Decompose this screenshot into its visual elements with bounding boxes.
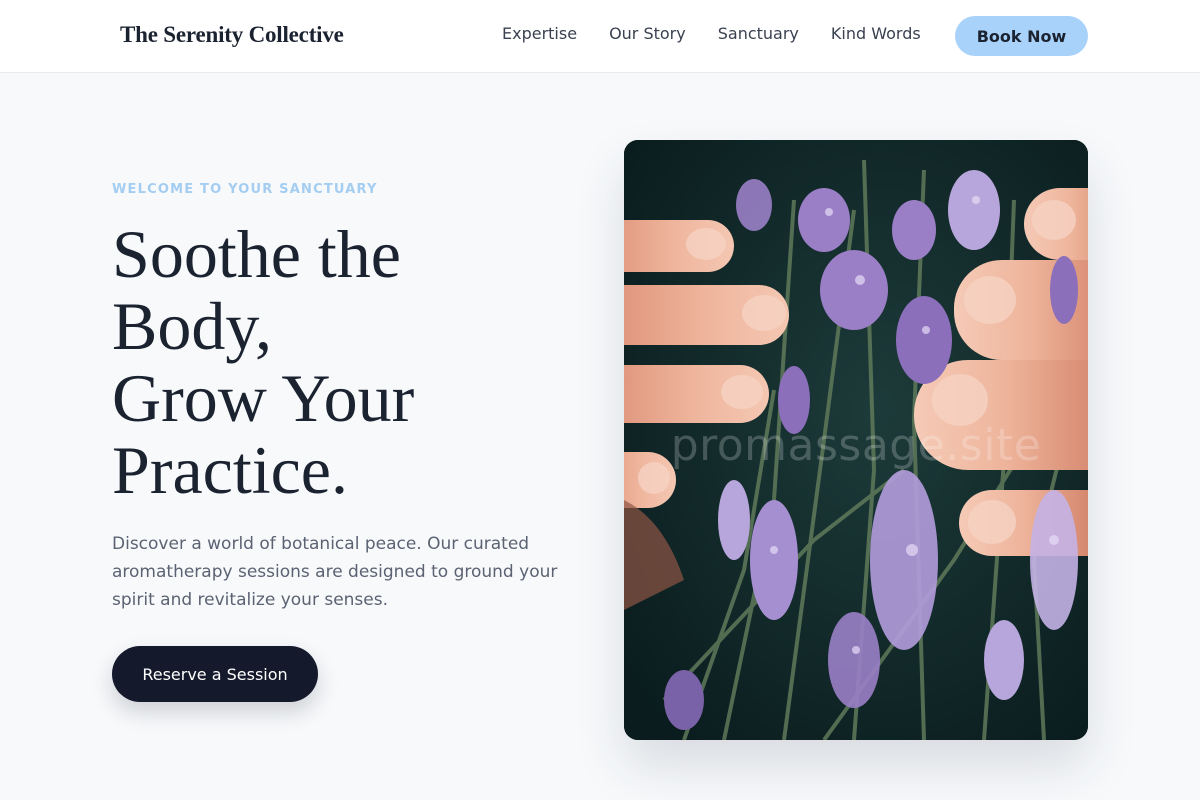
- book-now-button[interactable]: Book Now: [955, 16, 1088, 56]
- brand-logo[interactable]: The Serenity Collective: [120, 22, 344, 48]
- nav-link-kind-words[interactable]: Kind Words: [831, 24, 921, 43]
- main-nav: Expertise Our Story Sanctuary Kind Words: [502, 24, 953, 43]
- headline-line: Practice.: [112, 432, 348, 508]
- hero-eyebrow: WELCOME TO YOUR SANCTUARY: [112, 182, 378, 197]
- headline-line: Soothe the: [112, 216, 401, 292]
- nav-link-our-story[interactable]: Our Story: [609, 24, 686, 43]
- hero-image-lavender-hands: promassage.site: [624, 140, 1088, 740]
- reserve-session-button[interactable]: Reserve a Session: [112, 646, 318, 702]
- hero-headline: Soothe the Body, Grow Your Practice.: [112, 218, 572, 506]
- nav-link-expertise[interactable]: Expertise: [502, 24, 577, 43]
- image-watermark: promassage.site: [670, 420, 1042, 471]
- headline-line: Grow Your: [112, 360, 415, 436]
- headline-line: Body,: [112, 288, 272, 364]
- top-navigation: The Serenity Collective Expertise Our St…: [0, 0, 1200, 73]
- nav-link-sanctuary[interactable]: Sanctuary: [718, 24, 799, 43]
- hero-description: Discover a world of botanical peace. Our…: [112, 534, 558, 610]
